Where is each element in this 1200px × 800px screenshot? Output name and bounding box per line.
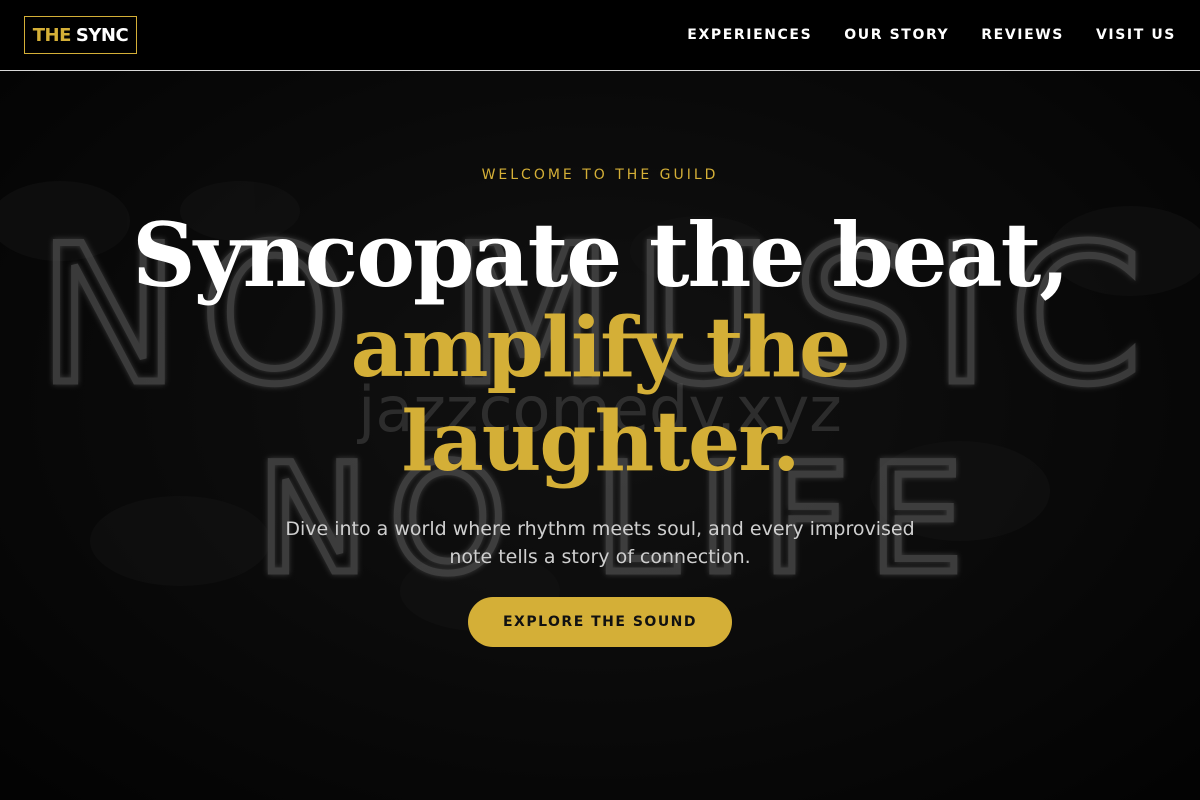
nav-visit-us[interactable]: VISIT US	[1096, 27, 1176, 43]
site-header: THE SYNC EXPERIENCES OUR STORY REVIEWS V…	[0, 0, 1200, 71]
explore-sound-button[interactable]: EXPLORE THE SOUND	[468, 597, 732, 647]
logo-sync: SYNC	[75, 24, 129, 46]
main-nav: EXPERIENCES OUR STORY REVIEWS VISIT US	[655, 0, 1176, 70]
hero-eyebrow: WELCOME TO THE GUILD	[481, 167, 719, 183]
nav-our-story[interactable]: OUR STORY	[844, 27, 949, 43]
nav-reviews[interactable]: REVIEWS	[981, 27, 1064, 43]
hero-subtext-line2: note tells a story of connection.	[449, 546, 751, 568]
headline-line2: amplify the	[350, 300, 852, 396]
hero-subtext-line1: Dive into a world where rhythm meets sou…	[285, 518, 915, 540]
hero-section: NO MUSIC NO LIFE jazzcomedy.xyz WELCOME …	[0, 71, 1200, 800]
headline-line3: laughter.	[401, 394, 800, 490]
nav-experiences[interactable]: EXPERIENCES	[687, 27, 812, 43]
headline-line1: Syncopate the beat,	[132, 203, 1070, 307]
logo[interactable]: THE SYNC	[24, 16, 137, 54]
hero-subtext: Dive into a world where rhythm meets sou…	[260, 515, 940, 571]
logo-the: THE	[32, 24, 72, 46]
hero-content: WELCOME TO THE GUILD Syncopate the beat,…	[0, 71, 1200, 800]
